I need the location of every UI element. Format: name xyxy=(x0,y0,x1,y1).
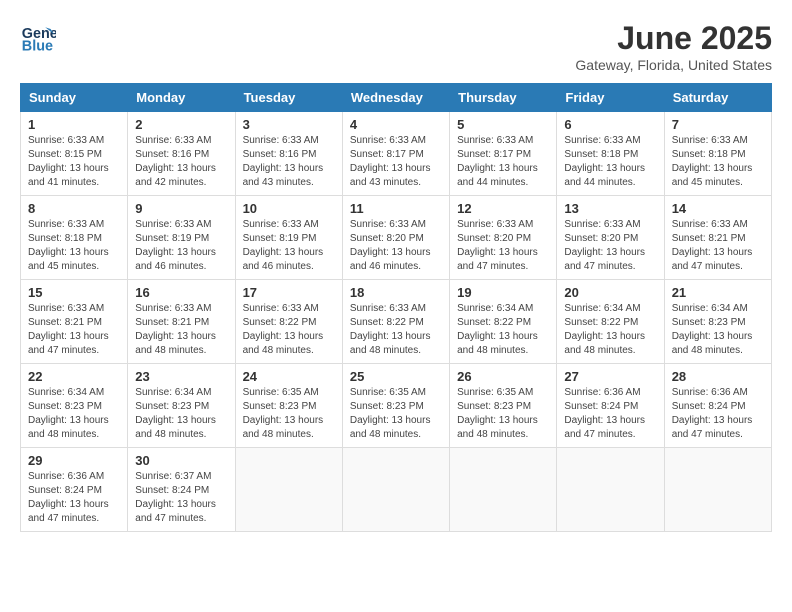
header-friday: Friday xyxy=(557,84,664,112)
empty-cell xyxy=(664,448,771,532)
day-13: 13Sunrise: 6:33 AMSunset: 8:20 PMDayligh… xyxy=(557,196,664,280)
day-17: 17Sunrise: 6:33 AMSunset: 8:22 PMDayligh… xyxy=(235,280,342,364)
day-6: 6Sunrise: 6:33 AMSunset: 8:18 PMDaylight… xyxy=(557,112,664,196)
day-4: 4Sunrise: 6:33 AMSunset: 8:17 PMDaylight… xyxy=(342,112,449,196)
empty-cell xyxy=(557,448,664,532)
day-18: 18Sunrise: 6:33 AMSunset: 8:22 PMDayligh… xyxy=(342,280,449,364)
day-14: 14Sunrise: 6:33 AMSunset: 8:21 PMDayligh… xyxy=(664,196,771,280)
day-11: 11Sunrise: 6:33 AMSunset: 8:20 PMDayligh… xyxy=(342,196,449,280)
day-25: 25Sunrise: 6:35 AMSunset: 8:23 PMDayligh… xyxy=(342,364,449,448)
day-27: 27Sunrise: 6:36 AMSunset: 8:24 PMDayligh… xyxy=(557,364,664,448)
day-2: 2Sunrise: 6:33 AMSunset: 8:16 PMDaylight… xyxy=(128,112,235,196)
day-22: 22Sunrise: 6:34 AMSunset: 8:23 PMDayligh… xyxy=(21,364,128,448)
page-header: General Blue June 2025 Gateway, Florida,… xyxy=(20,20,772,73)
location-subtitle: Gateway, Florida, United States xyxy=(575,57,772,73)
header-tuesday: Tuesday xyxy=(235,84,342,112)
day-20: 20Sunrise: 6:34 AMSunset: 8:22 PMDayligh… xyxy=(557,280,664,364)
day-24: 24Sunrise: 6:35 AMSunset: 8:23 PMDayligh… xyxy=(235,364,342,448)
day-30: 30Sunrise: 6:37 AMSunset: 8:24 PMDayligh… xyxy=(128,448,235,532)
calendar-header-row: Sunday Monday Tuesday Wednesday Thursday… xyxy=(21,84,772,112)
day-12: 12Sunrise: 6:33 AMSunset: 8:20 PMDayligh… xyxy=(450,196,557,280)
calendar-table: Sunday Monday Tuesday Wednesday Thursday… xyxy=(20,83,772,532)
day-3: 3Sunrise: 6:33 AMSunset: 8:16 PMDaylight… xyxy=(235,112,342,196)
week-row-2: 8Sunrise: 6:33 AMSunset: 8:18 PMDaylight… xyxy=(21,196,772,280)
month-title: June 2025 xyxy=(575,20,772,57)
header-thursday: Thursday xyxy=(450,84,557,112)
header-wednesday: Wednesday xyxy=(342,84,449,112)
day-19: 19Sunrise: 6:34 AMSunset: 8:22 PMDayligh… xyxy=(450,280,557,364)
week-row-1: 1Sunrise: 6:33 AMSunset: 8:15 PMDaylight… xyxy=(21,112,772,196)
title-section: June 2025 Gateway, Florida, United State… xyxy=(575,20,772,73)
header-monday: Monday xyxy=(128,84,235,112)
day-29: 29Sunrise: 6:36 AMSunset: 8:24 PMDayligh… xyxy=(21,448,128,532)
day-8: 8Sunrise: 6:33 AMSunset: 8:18 PMDaylight… xyxy=(21,196,128,280)
day-5: 5Sunrise: 6:33 AMSunset: 8:17 PMDaylight… xyxy=(450,112,557,196)
day-10: 10Sunrise: 6:33 AMSunset: 8:19 PMDayligh… xyxy=(235,196,342,280)
logo: General Blue xyxy=(20,20,56,56)
empty-cell xyxy=(342,448,449,532)
week-row-3: 15Sunrise: 6:33 AMSunset: 8:21 PMDayligh… xyxy=(21,280,772,364)
header-saturday: Saturday xyxy=(664,84,771,112)
day-1: 1Sunrise: 6:33 AMSunset: 8:15 PMDaylight… xyxy=(21,112,128,196)
day-28: 28Sunrise: 6:36 AMSunset: 8:24 PMDayligh… xyxy=(664,364,771,448)
day-9: 9Sunrise: 6:33 AMSunset: 8:19 PMDaylight… xyxy=(128,196,235,280)
day-21: 21Sunrise: 6:34 AMSunset: 8:23 PMDayligh… xyxy=(664,280,771,364)
day-23: 23Sunrise: 6:34 AMSunset: 8:23 PMDayligh… xyxy=(128,364,235,448)
logo-icon: General Blue xyxy=(20,20,56,56)
empty-cell xyxy=(235,448,342,532)
header-sunday: Sunday xyxy=(21,84,128,112)
day-16: 16Sunrise: 6:33 AMSunset: 8:21 PMDayligh… xyxy=(128,280,235,364)
day-15: 15Sunrise: 6:33 AMSunset: 8:21 PMDayligh… xyxy=(21,280,128,364)
day-26: 26Sunrise: 6:35 AMSunset: 8:23 PMDayligh… xyxy=(450,364,557,448)
svg-text:Blue: Blue xyxy=(22,39,53,55)
week-row-5: 29Sunrise: 6:36 AMSunset: 8:24 PMDayligh… xyxy=(21,448,772,532)
empty-cell xyxy=(450,448,557,532)
day-7: 7Sunrise: 6:33 AMSunset: 8:18 PMDaylight… xyxy=(664,112,771,196)
week-row-4: 22Sunrise: 6:34 AMSunset: 8:23 PMDayligh… xyxy=(21,364,772,448)
